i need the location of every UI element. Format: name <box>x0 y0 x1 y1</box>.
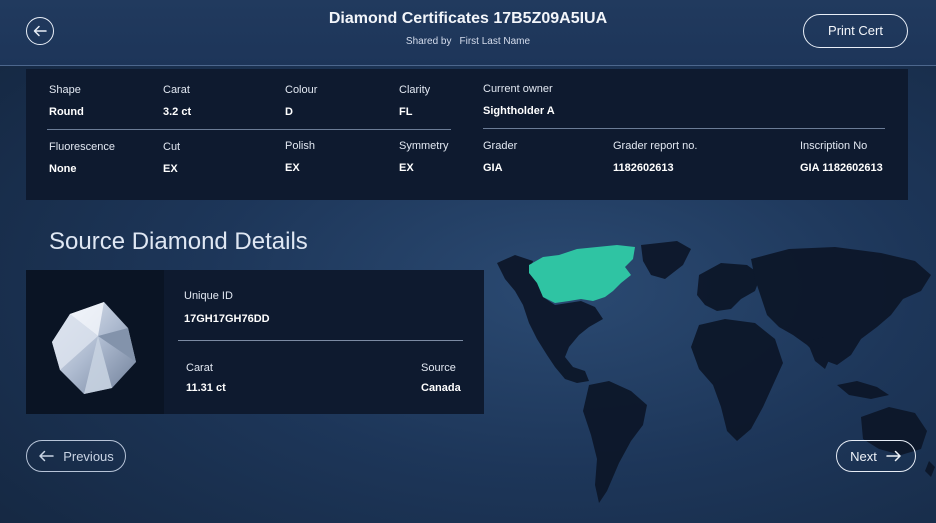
symmetry-value: EX <box>399 162 414 174</box>
symmetry-label: Symmetry <box>399 140 449 152</box>
map-asia <box>751 247 931 365</box>
clarity-label: Clarity <box>399 84 431 96</box>
grader-report-label: Grader report no. <box>613 140 698 152</box>
colour-field: Colour D <box>285 84 317 118</box>
page-title: Diamond Certificates 17B5Z09A5IUA <box>328 10 608 27</box>
previous-button[interactable]: Previous <box>26 440 126 472</box>
source-diamond-card: Unique ID 17GH17GH76DD Carat 11.31 ct So… <box>26 270 484 414</box>
colour-label: Colour <box>285 84 318 96</box>
shape-label: Shape <box>49 84 81 96</box>
clarity-value: FL <box>399 106 413 118</box>
divider-left <box>47 129 451 130</box>
source-carat-label: Carat <box>186 362 213 374</box>
unique-id-value: 17GH17GH76DD <box>184 313 270 325</box>
previous-label: Previous <box>63 448 114 464</box>
colour-value: D <box>285 106 293 118</box>
current-owner-value: Sightholder A <box>483 105 555 117</box>
print-cert-button[interactable]: Print Cert <box>803 14 908 48</box>
fluorescence-value: None <box>49 163 77 175</box>
header-bar: Diamond Certificates 17B5Z09A5IUA Shared… <box>0 0 936 66</box>
inscription-field: Inscription No GIA 1182602613 <box>800 140 883 174</box>
shared-by: Shared by First Last Name <box>0 36 936 47</box>
grader-report-value: 1182602613 <box>613 162 674 174</box>
cut-label: Cut <box>163 141 181 153</box>
source-carat-value: 11.31 ct <box>186 382 226 394</box>
next-button[interactable]: Next <box>836 440 916 472</box>
map-greenland <box>641 241 691 279</box>
rough-diamond-image <box>26 270 164 414</box>
shared-by-name: First Last Name <box>459 36 531 47</box>
polish-label: Polish <box>285 140 315 152</box>
source-divider <box>178 340 463 341</box>
map-new-zealand <box>925 461 935 477</box>
grader-value: GIA <box>483 162 503 174</box>
carat-label: Carat <box>163 84 190 96</box>
carat-value: 3.2 ct <box>163 106 192 118</box>
polish-value: EX <box>285 162 300 174</box>
map-south-america <box>583 381 647 503</box>
diamond-icon <box>52 302 136 394</box>
arrow-right-icon <box>886 450 901 462</box>
section-title: Source Diamond Details <box>49 228 308 255</box>
cut-field: Cut EX <box>163 141 180 175</box>
grader-field: Grader GIA <box>483 140 517 174</box>
unique-id-field: Unique ID 17GH17GH76DD <box>184 290 270 325</box>
clarity-field: Clarity FL <box>399 84 430 118</box>
source-origin-label: Source <box>421 362 456 374</box>
current-owner-label: Current owner <box>483 83 553 95</box>
carat-field: Carat 3.2 ct <box>163 84 191 118</box>
map-africa <box>691 319 783 441</box>
certificate-panel: Shape Round Carat 3.2 ct Colour D Clarit… <box>26 69 908 200</box>
polish-field: Polish EX <box>285 140 315 174</box>
shared-by-label: Shared by <box>405 36 452 47</box>
inscription-value: GIA 1182602613 <box>800 162 883 174</box>
map-europe <box>697 263 761 311</box>
map-canada-highlight <box>529 245 635 303</box>
source-origin-value: Canada <box>421 382 461 394</box>
source-origin-field: Source Canada <box>421 362 461 394</box>
world-map <box>497 241 935 503</box>
map-indonesia <box>837 381 889 399</box>
inscription-label: Inscription No <box>800 140 868 152</box>
shape-field: Shape Round <box>49 84 84 118</box>
source-carat-field: Carat 11.31 ct <box>186 362 226 394</box>
fluorescence-label: Fluorescence <box>49 141 116 153</box>
shape-value: Round <box>49 106 84 118</box>
arrow-left-icon <box>39 450 54 462</box>
divider-right <box>483 128 885 129</box>
current-owner-field: Current owner Sightholder A <box>483 83 555 117</box>
symmetry-field: Symmetry EX <box>399 140 449 174</box>
unique-id-label: Unique ID <box>184 290 233 302</box>
cut-value: EX <box>163 163 178 175</box>
next-label: Next <box>850 448 877 464</box>
grader-label: Grader <box>483 140 518 152</box>
grader-report-field: Grader report no. 1182602613 <box>613 140 697 174</box>
fluorescence-field: Fluorescence None <box>49 141 115 175</box>
